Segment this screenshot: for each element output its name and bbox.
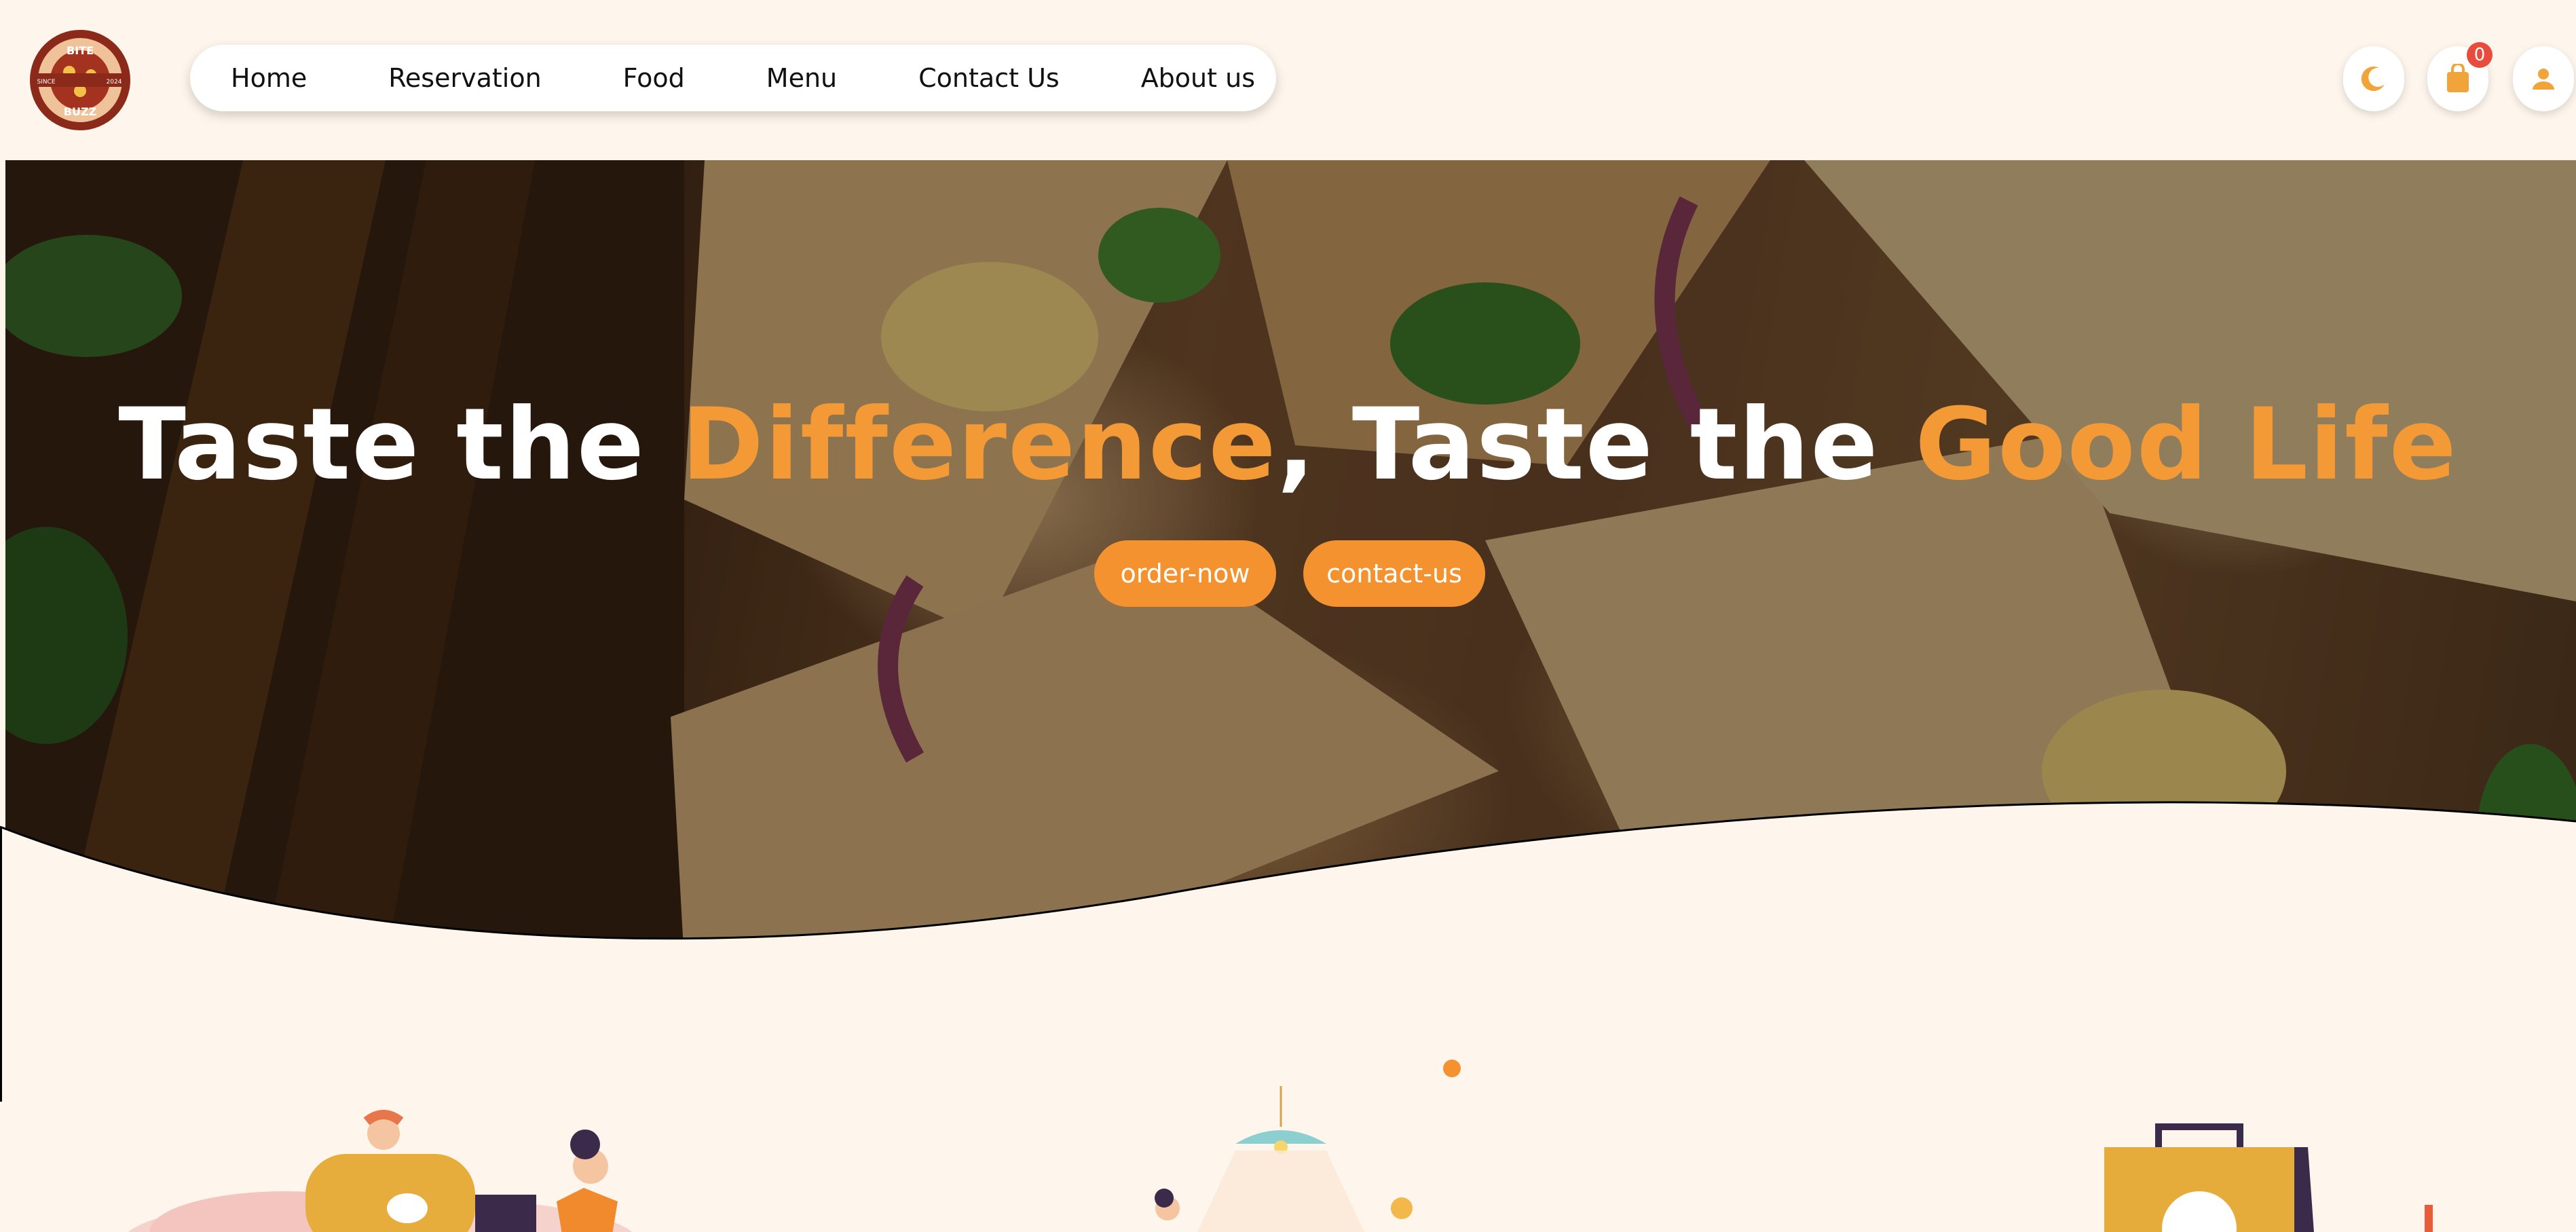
section-illustrations [128,1086,2433,1232]
hanging-lamp-illustration [1155,1086,1413,1232]
logo-text-bottom: BUZZ [64,105,96,118]
decorative-dot [1443,1060,1461,1077]
nav-menu[interactable]: Menu [766,63,837,93]
theme-toggle-button[interactable] [2343,46,2404,111]
brand-logo[interactable]: BITE BUZZ SINCE 2024 [27,27,133,133]
main-nav: Home Reservation Food Menu Contact Us Ab… [190,45,1276,111]
user-icon [2533,69,2554,90]
moon-icon [2361,67,2385,92]
shopping-bag-illustration [2104,1123,2433,1232]
nav-food[interactable]: Food [623,63,685,93]
cart-button[interactable]: 0 [2427,42,2493,111]
left-border-line [0,827,2,1102]
delivery-people-illustration [128,1110,633,1232]
nav-about-us[interactable]: About us [1141,63,1255,93]
user-account-button[interactable] [2513,46,2574,111]
nav-home[interactable]: Home [231,63,307,93]
contact-us-button[interactable]: contact-us [1303,540,1485,607]
hero-title: Taste the Difference, Taste the Good Lif… [0,387,2576,502]
shopping-bag-icon [2447,64,2469,92]
nav-reservation[interactable]: Reservation [388,63,541,93]
hero-title-part1: Taste the [118,387,682,502]
hero-title-accent2: Good Life [1915,387,2458,502]
logo-since: SINCE [37,79,55,86]
order-now-button[interactable]: order-now [1094,540,1276,607]
logo-year: 2024 [107,79,122,86]
logo-text-top: BITE [67,44,94,57]
cart-count-badge: 0 [2467,42,2493,68]
hero-title-part2: , Taste the [1277,387,1916,502]
hero-title-accent1: Difference [681,387,1277,502]
wave-divider [0,801,2576,964]
nav-contact-us[interactable]: Contact Us [918,63,1060,93]
